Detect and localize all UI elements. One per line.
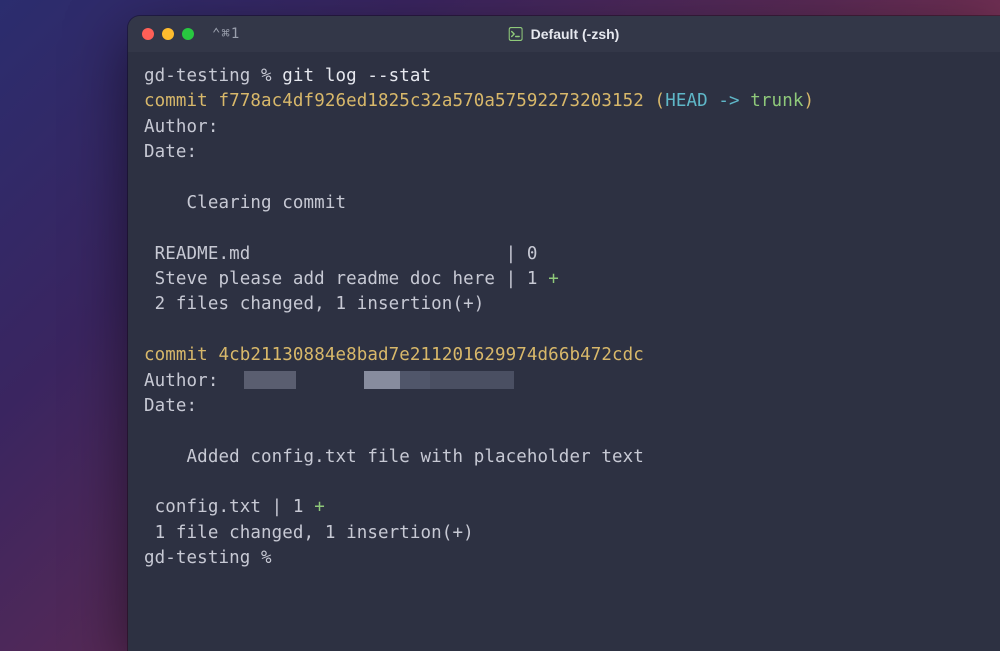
ref-open: ( bbox=[655, 91, 666, 111]
prompt-dir: gd-testing bbox=[144, 548, 250, 568]
ref-close: ) bbox=[803, 91, 814, 111]
traffic-lights bbox=[142, 28, 194, 40]
stat-pipe: | bbox=[506, 244, 517, 264]
minimize-icon[interactable] bbox=[162, 28, 174, 40]
stat-summary: 1 file changed, 1 insertion(+) bbox=[155, 523, 474, 543]
commit-keyword: commit bbox=[144, 91, 208, 111]
prompt-separator: % bbox=[261, 66, 272, 86]
date-label: Date: bbox=[144, 142, 197, 162]
terminal-icon bbox=[509, 27, 523, 41]
commit-message: Added config.txt file with placeholder t… bbox=[187, 447, 644, 467]
stat-filename: Steve please add readme doc here bbox=[155, 269, 506, 289]
zoom-icon[interactable] bbox=[182, 28, 194, 40]
plus-icon: + bbox=[548, 269, 559, 289]
date-label: Date: bbox=[144, 396, 197, 416]
tab-default[interactable]: Default (-zsh) bbox=[509, 26, 620, 42]
command-input: git log --stat bbox=[282, 66, 431, 86]
commit-keyword: commit bbox=[144, 345, 208, 365]
stat-pipe: | bbox=[272, 497, 283, 517]
tab-label: Default (-zsh) bbox=[531, 26, 620, 42]
author-label: Author: bbox=[144, 117, 218, 137]
prompt-dir: gd-testing bbox=[144, 66, 250, 86]
commit-message: Clearing commit bbox=[187, 193, 347, 213]
redacted-block bbox=[430, 371, 514, 389]
close-icon[interactable] bbox=[142, 28, 154, 40]
plus-icon: + bbox=[314, 497, 325, 517]
stat-filename: config.txt bbox=[155, 497, 272, 517]
stat-summary: 2 files changed, 1 insertion(+) bbox=[155, 294, 485, 314]
prompt-separator: % bbox=[261, 548, 272, 568]
stat-count: 1 bbox=[282, 497, 314, 517]
redacted-block bbox=[400, 371, 430, 389]
redacted-block bbox=[244, 371, 296, 389]
titlebar: ⌃⌘1 Default (-zsh) bbox=[128, 16, 1000, 52]
author-label: Author: bbox=[144, 371, 218, 391]
tab-shortcut: ⌃⌘1 bbox=[212, 26, 240, 42]
commit-hash: f778ac4df926ed1825c32a570a57592273203152 bbox=[218, 91, 643, 111]
commit-hash: 4cb21130884e8bad7e211201629974d66b472cdc bbox=[218, 345, 643, 365]
redacted-block bbox=[364, 371, 400, 389]
stat-filename: README.md bbox=[155, 244, 506, 264]
stat-count: 1 bbox=[516, 269, 548, 289]
ref-head: HEAD -> bbox=[665, 91, 750, 111]
ref-branch: trunk bbox=[750, 91, 803, 111]
stat-pipe: | bbox=[506, 269, 517, 289]
stat-count: 0 bbox=[516, 244, 537, 264]
terminal-output[interactable]: gd-testing % git log --stat commit f778a… bbox=[128, 52, 1000, 588]
terminal-window: ⌃⌘1 Default (-zsh) gd-testing % git log … bbox=[128, 16, 1000, 651]
